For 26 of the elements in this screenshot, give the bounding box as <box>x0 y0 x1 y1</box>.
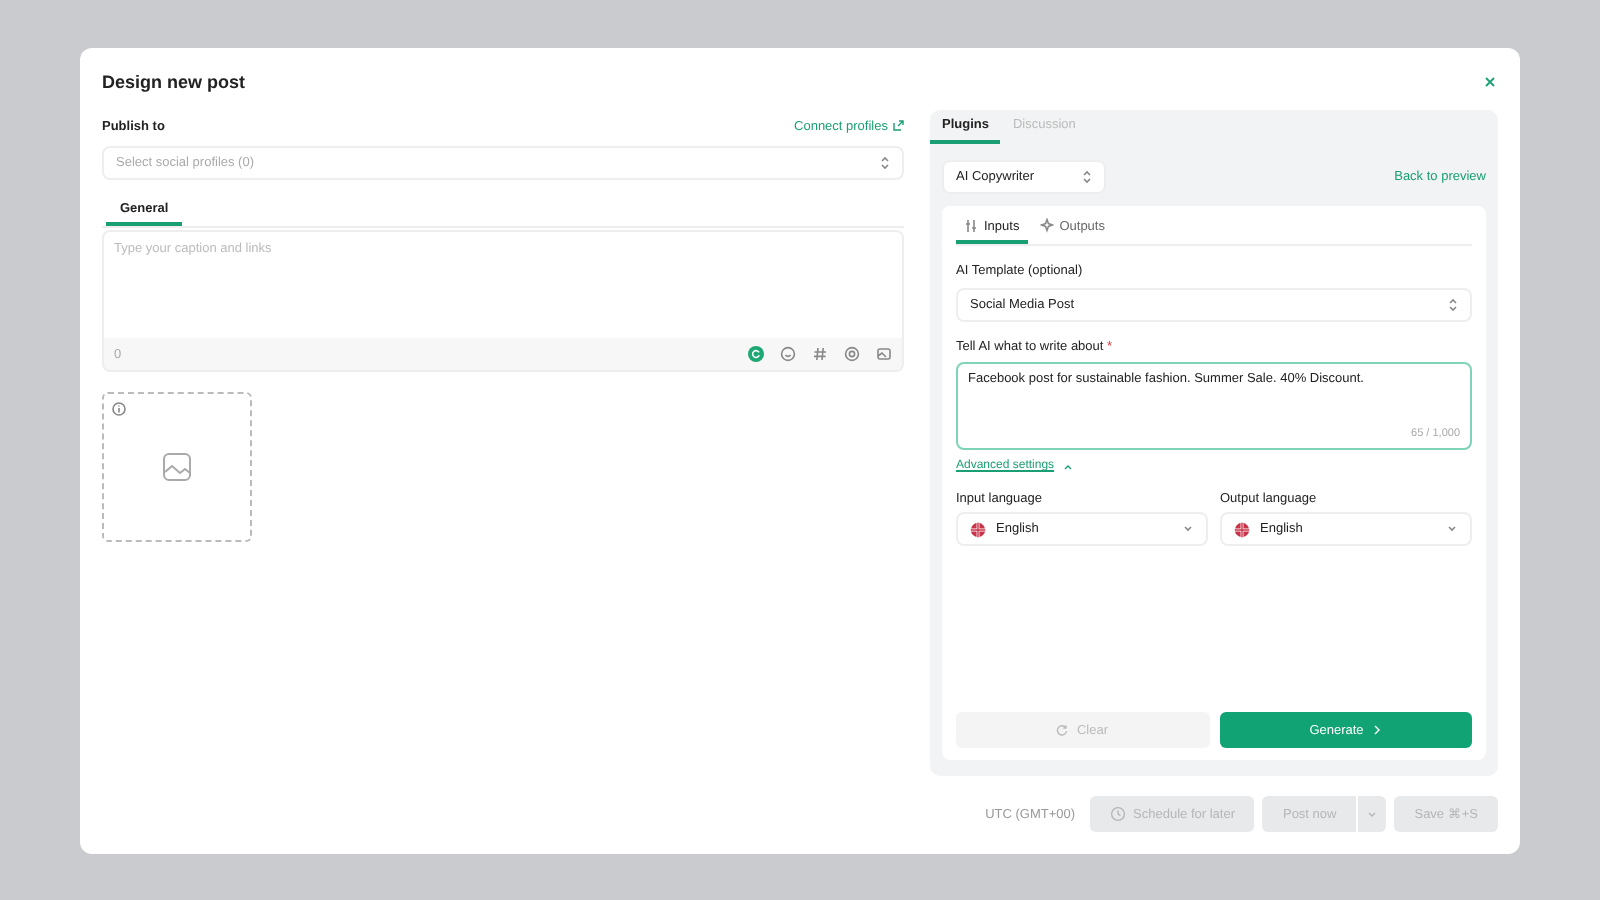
sort-icon <box>880 156 890 170</box>
info-icon <box>112 402 126 416</box>
media-icon[interactable] <box>876 346 892 362</box>
chevron-down-icon <box>1366 809 1379 819</box>
close-button[interactable] <box>1482 74 1498 90</box>
flag-icon <box>970 521 986 537</box>
external-link-icon <box>892 120 904 132</box>
media-upload-area[interactable] <box>102 392 252 542</box>
sort-icon <box>1448 298 1458 312</box>
clock-icon <box>1109 806 1126 822</box>
hashtag-icon[interactable] <box>812 346 828 362</box>
chevron-icon <box>1062 461 1075 471</box>
sparkle-icon <box>1039 218 1054 234</box>
refresh-badge-icon[interactable] <box>748 346 764 362</box>
close-icon <box>1482 74 1498 90</box>
chevron-down-icon <box>1182 524 1194 534</box>
at-sign-icon[interactable] <box>844 346 860 362</box>
refresh-icon <box>1056 724 1069 736</box>
chevron-down-icon <box>1446 524 1458 534</box>
emoji-icon[interactable] <box>780 346 796 362</box>
sort-icon <box>1082 170 1092 184</box>
dialog-title: Design new post <box>102 72 246 92</box>
image-icon <box>162 452 192 482</box>
chevron-right-icon <box>1371 724 1382 736</box>
flag-icon <box>1234 521 1250 537</box>
sliders-icon <box>964 218 978 234</box>
